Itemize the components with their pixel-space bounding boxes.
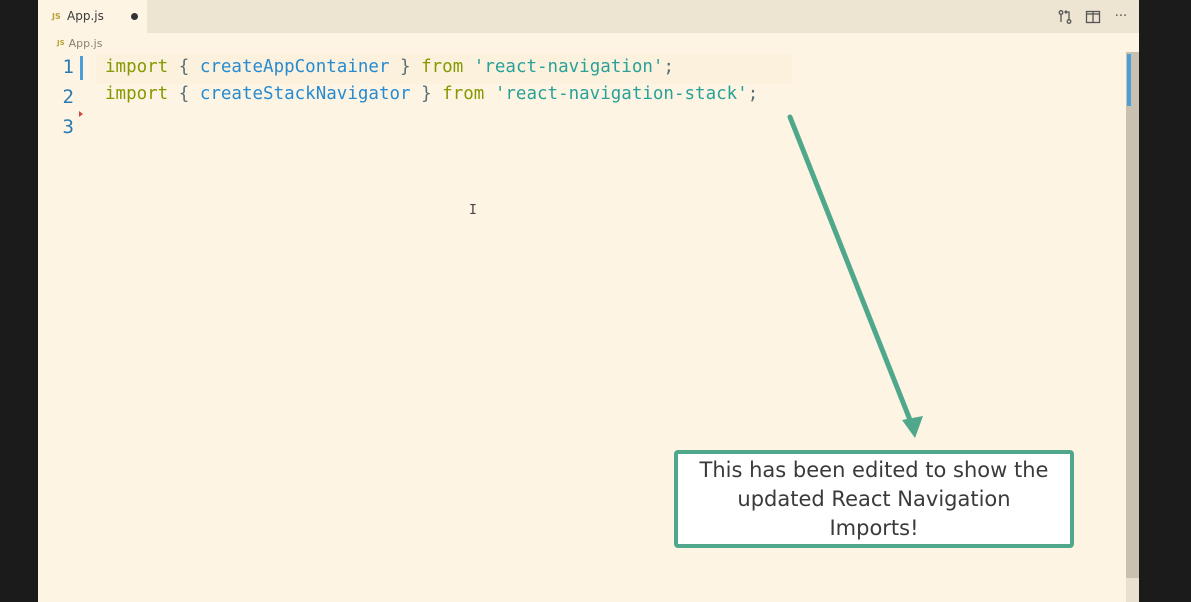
line-number: 3 xyxy=(62,116,74,138)
git-compare-icon[interactable] xyxy=(1057,9,1073,25)
tab-app-js[interactable]: JS App.js xyxy=(38,0,147,33)
editor-actions: ··· xyxy=(1057,8,1129,26)
keyword: import xyxy=(105,57,169,77)
callout-text: This has been edited to show the updated… xyxy=(699,457,1049,540)
identifier: createStackNavigator xyxy=(199,84,411,104)
scrollbar-cursor-marker xyxy=(1127,54,1131,106)
js-file-icon: JS xyxy=(52,12,61,21)
editor-window: JS App.js ··· JS App.js 1 2 3 import {c… xyxy=(38,0,1139,602)
more-actions-icon[interactable]: ··· xyxy=(1113,9,1129,25)
split-editor-icon[interactable] xyxy=(1085,9,1101,25)
unsaved-dot-icon[interactable] xyxy=(131,13,138,20)
punctuation: { xyxy=(168,84,200,104)
keyword: import xyxy=(105,84,169,104)
line-number: 1 xyxy=(62,56,74,78)
annotation-callout: This has been edited to show the updated… xyxy=(674,450,1074,548)
string-literal: 'react-navigation-stack' xyxy=(494,84,748,104)
breakpoint-marker-icon xyxy=(79,111,83,117)
identifier: createAppContainer xyxy=(199,57,390,77)
breadcrumb[interactable]: JS App.js xyxy=(57,35,102,51)
code-line-1[interactable]: import { createAppContainer } from 'reac… xyxy=(105,54,674,80)
scrollbar-thumb[interactable] xyxy=(1126,52,1139,578)
punctuation: { xyxy=(168,57,200,77)
tab-bar: JS App.js ··· xyxy=(38,0,1139,33)
line-indicator xyxy=(80,56,83,80)
code-line-2[interactable]: import { createStackNavigator } from 're… xyxy=(105,81,758,107)
tab-label: App.js xyxy=(67,9,104,23)
ibeam-cursor-icon: I xyxy=(469,203,477,218)
line-number: 2 xyxy=(62,86,74,108)
js-file-icon: JS xyxy=(57,39,65,47)
punctuation: } xyxy=(410,84,443,104)
string-literal: 'react-navigation' xyxy=(473,57,664,77)
breadcrumb-file[interactable]: App.js xyxy=(69,37,103,50)
punctuation: } xyxy=(389,57,422,77)
keyword: from xyxy=(442,84,485,104)
punctuation: ; xyxy=(747,84,759,104)
vertical-scrollbar[interactable] xyxy=(1126,52,1139,602)
punctuation: ; xyxy=(663,57,674,77)
keyword: from xyxy=(421,57,464,77)
